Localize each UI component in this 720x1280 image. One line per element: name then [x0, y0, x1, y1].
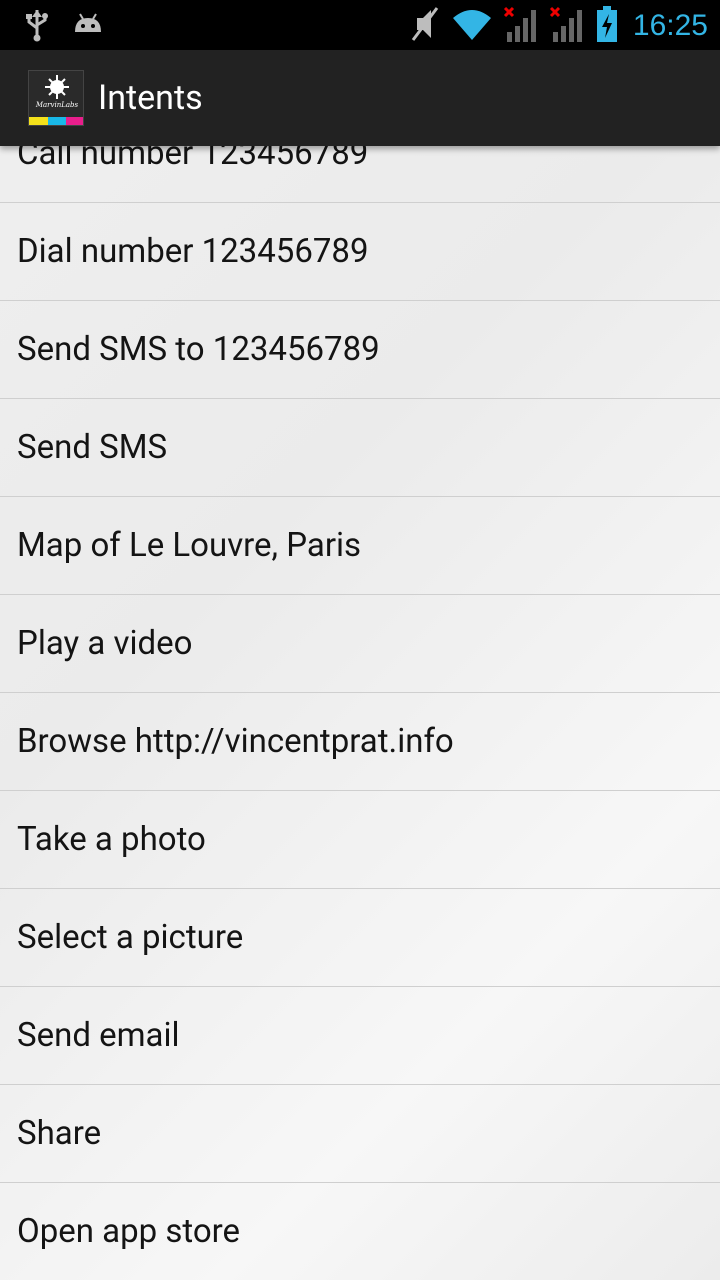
list-item-play-video[interactable]: Play a video: [0, 595, 720, 693]
status-clock: 16:25: [632, 9, 708, 42]
list-item-share[interactable]: Share: [0, 1085, 720, 1183]
action-bar: MarvinLabs Intents: [0, 50, 720, 146]
signal-no-service-icon: [549, 4, 585, 48]
mute-icon: [407, 4, 441, 48]
list-item-label: Play a video: [17, 624, 193, 663]
list-item-send-sms[interactable]: Send SMS: [0, 399, 720, 497]
list-item-dial-number[interactable]: Dial number 123456789: [0, 203, 720, 301]
battery-charging-icon: [595, 4, 619, 48]
list-item-label: Send SMS: [17, 428, 168, 467]
usb-icon: [22, 8, 52, 46]
android-debug-icon: [72, 10, 104, 44]
list-item-label: Dial number 123456789: [17, 232, 369, 271]
signal-no-service-icon: [503, 4, 539, 48]
list-item-label: Open app store: [17, 1212, 241, 1251]
list-item-label: Share: [17, 1114, 102, 1153]
list-item-label: Map of Le Louvre, Paris: [17, 526, 362, 565]
list-item-take-photo[interactable]: Take a photo: [0, 791, 720, 889]
list-item-send-email[interactable]: Send email: [0, 987, 720, 1085]
app-logo-stripes: [29, 117, 83, 125]
list-item-select-picture[interactable]: Select a picture: [0, 889, 720, 987]
status-bar: 16:25: [0, 0, 720, 50]
list-item-open-app-store[interactable]: Open app store: [0, 1183, 720, 1280]
intent-list: Call number 123456789 Dial number 123456…: [0, 105, 720, 1280]
list-item-send-sms-to[interactable]: Send SMS to 123456789: [0, 301, 720, 399]
list-item-label: Take a photo: [17, 820, 206, 859]
list-item-label: Send email: [17, 1016, 180, 1055]
status-bar-notifications: [22, 8, 104, 46]
list-item-browse[interactable]: Browse http://vincentprat.info: [0, 693, 720, 791]
page-title: Intents: [98, 78, 203, 118]
app-logo-text: MarvinLabs: [35, 101, 79, 109]
list-item-label: Browse http://vincentprat.info: [17, 722, 454, 761]
list-item-label: Send SMS to 123456789: [17, 330, 380, 369]
list-item-map[interactable]: Map of Le Louvre, Paris: [0, 497, 720, 595]
app-logo-icon[interactable]: MarvinLabs: [28, 70, 84, 126]
list-item-label: Select a picture: [17, 918, 244, 957]
status-bar-system-icons: 16:25: [407, 4, 708, 48]
wifi-icon: [451, 4, 493, 48]
